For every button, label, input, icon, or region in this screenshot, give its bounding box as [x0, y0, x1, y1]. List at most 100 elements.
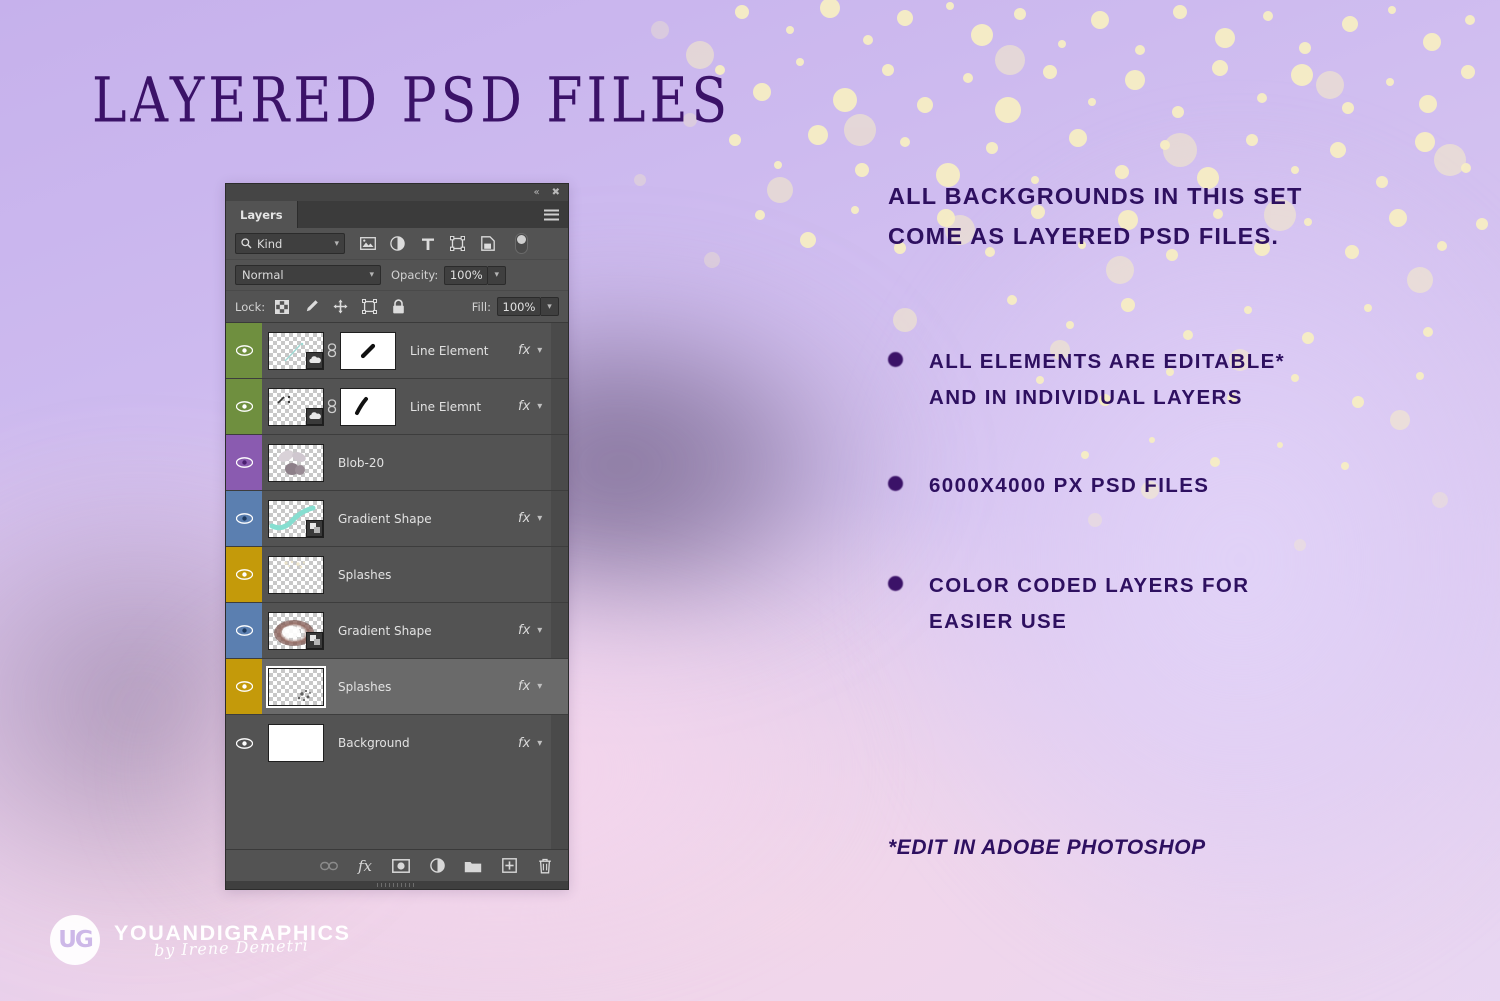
fx-icon[interactable]: fx: [518, 343, 530, 358]
table-row[interactable]: Background fx ▾: [226, 715, 568, 771]
type-layer-filter-icon[interactable]: [419, 236, 436, 251]
chevron-down-icon[interactable]: ▾: [537, 738, 542, 749]
layer-color-chip[interactable]: [226, 491, 262, 546]
layer-color-chip[interactable]: [226, 715, 262, 771]
layer-thumbnail[interactable]: [268, 556, 324, 594]
opacity-input[interactable]: 100%: [444, 266, 488, 285]
layer-effects-group[interactable]: fx ▾: [518, 659, 568, 714]
close-icon[interactable]: ✖: [552, 188, 560, 198]
layers-list[interactable]: Line Element fx ▾: [226, 323, 568, 849]
table-row[interactable]: Line Elemnt fx ▾: [226, 379, 568, 435]
layer-thumbnail[interactable]: [268, 500, 324, 538]
layer-effects-group[interactable]: fx ▾: [518, 323, 568, 378]
opacity-chevron-down-icon[interactable]: ▾: [488, 266, 506, 285]
eye-icon[interactable]: [236, 681, 253, 692]
tab-layers[interactable]: Layers: [226, 201, 298, 228]
shape-layer-filter-icon[interactable]: [449, 236, 466, 251]
photoshop-layers-panel[interactable]: « ✖ Layers Kind ▾: [225, 183, 569, 890]
eye-icon[interactable]: [236, 513, 253, 524]
link-mask-icon[interactable]: [324, 343, 340, 358]
layer-thumbnails[interactable]: [262, 435, 324, 490]
layer-color-chip[interactable]: [226, 379, 262, 434]
chevron-down-icon[interactable]: ▾: [537, 625, 542, 636]
fill-chevron-down-icon[interactable]: ▾: [541, 297, 559, 316]
layer-effects-group[interactable]: fx ▾: [518, 491, 568, 546]
eye-icon[interactable]: [236, 569, 253, 580]
chevron-down-icon[interactable]: ▾: [537, 681, 542, 692]
fx-icon[interactable]: fx: [518, 511, 530, 526]
table-row[interactable]: Splashes: [226, 547, 568, 603]
table-row[interactable]: Gradient Shape fx ▾: [226, 491, 568, 547]
chevron-down-icon[interactable]: ▾: [537, 401, 542, 412]
layer-color-chip[interactable]: [226, 435, 262, 490]
layer-color-chip[interactable]: [226, 603, 262, 658]
chevron-down-icon[interactable]: ▾: [537, 345, 542, 356]
eye-icon[interactable]: [236, 345, 253, 356]
layer-effects-group[interactable]: fx ▾: [518, 603, 568, 658]
filter-kind-select[interactable]: Kind ▾: [235, 233, 345, 254]
add-layer-style-icon[interactable]: fx: [356, 857, 374, 875]
eye-icon[interactable]: [236, 625, 253, 636]
layer-thumbnail[interactable]: [268, 388, 324, 426]
lock-transparent-pixels-icon[interactable]: [274, 299, 290, 315]
layer-thumbnails[interactable]: [262, 491, 324, 546]
layer-thumbnails[interactable]: [262, 659, 324, 714]
layer-thumbnail[interactable]: [268, 724, 324, 762]
layer-name[interactable]: Blob-20: [324, 435, 518, 490]
resize-grip-icon[interactable]: [377, 883, 417, 887]
fx-icon[interactable]: fx: [518, 736, 530, 751]
layer-thumbnail[interactable]: [268, 612, 324, 650]
new-group-icon[interactable]: [464, 857, 482, 875]
eye-icon[interactable]: [236, 401, 253, 412]
layer-thumbnails[interactable]: [262, 715, 324, 771]
layer-name[interactable]: Gradient Shape: [324, 603, 518, 658]
layer-thumbnails[interactable]: [262, 603, 324, 658]
layer-mask-thumbnail[interactable]: [340, 388, 396, 426]
fx-icon[interactable]: fx: [518, 623, 530, 638]
layer-mask-thumbnail[interactable]: [340, 332, 396, 370]
layer-effects-group[interactable]: fx ▾: [518, 379, 568, 434]
add-layer-mask-icon[interactable]: [392, 857, 410, 875]
layer-color-chip[interactable]: [226, 659, 262, 714]
layer-color-chip[interactable]: [226, 547, 262, 602]
layer-thumbnails[interactable]: [262, 547, 324, 602]
layer-thumbnails[interactable]: [262, 379, 396, 434]
double-chevron-left-icon[interactable]: «: [533, 188, 539, 198]
table-row[interactable]: Gradient Shape fx ▾: [226, 603, 568, 659]
chevron-down-icon[interactable]: ▾: [537, 513, 542, 524]
smart-object-filter-icon[interactable]: [479, 236, 496, 251]
lock-position-icon[interactable]: [332, 299, 348, 315]
fill-input[interactable]: 100%: [497, 297, 541, 316]
layer-thumbnail[interactable]: [268, 332, 324, 370]
lock-image-pixels-icon[interactable]: [303, 299, 319, 315]
layer-effects-group[interactable]: fx ▾: [518, 715, 568, 771]
lock-all-icon[interactable]: [390, 299, 406, 315]
eye-icon[interactable]: [236, 738, 253, 749]
delete-layer-icon[interactable]: [536, 857, 554, 875]
new-adjustment-layer-icon[interactable]: [428, 857, 446, 875]
layer-name[interactable]: Splashes: [324, 547, 518, 602]
table-row[interactable]: Line Element fx ▾: [226, 323, 568, 379]
pixel-layer-filter-icon[interactable]: [359, 236, 376, 251]
fx-icon[interactable]: fx: [518, 399, 530, 414]
layer-thumbnail[interactable]: [268, 668, 324, 706]
filter-toggle-switch[interactable]: [515, 233, 528, 254]
eye-icon[interactable]: [236, 457, 253, 468]
layer-name[interactable]: Background: [324, 715, 518, 771]
adjustment-layer-filter-icon[interactable]: [389, 236, 406, 251]
link-layers-icon[interactable]: [320, 857, 338, 875]
layer-name[interactable]: Splashes: [324, 659, 518, 714]
lock-artboard-nesting-icon[interactable]: [361, 299, 377, 315]
link-mask-icon[interactable]: [324, 399, 340, 414]
hamburger-menu-icon[interactable]: [544, 209, 559, 220]
table-row[interactable]: Blob-20: [226, 435, 568, 491]
layer-thumbnails[interactable]: [262, 323, 396, 378]
blend-mode-select[interactable]: Normal ▾: [235, 265, 381, 285]
panel-resize-footer[interactable]: [226, 881, 568, 889]
fx-icon[interactable]: fx: [518, 679, 530, 694]
layer-name[interactable]: Line Element: [396, 323, 518, 378]
table-row[interactable]: Splashes fx ▾: [226, 659, 568, 715]
layer-color-chip[interactable]: [226, 323, 262, 378]
layer-name[interactable]: Line Elemnt: [396, 379, 518, 434]
new-layer-icon[interactable]: [500, 857, 518, 875]
